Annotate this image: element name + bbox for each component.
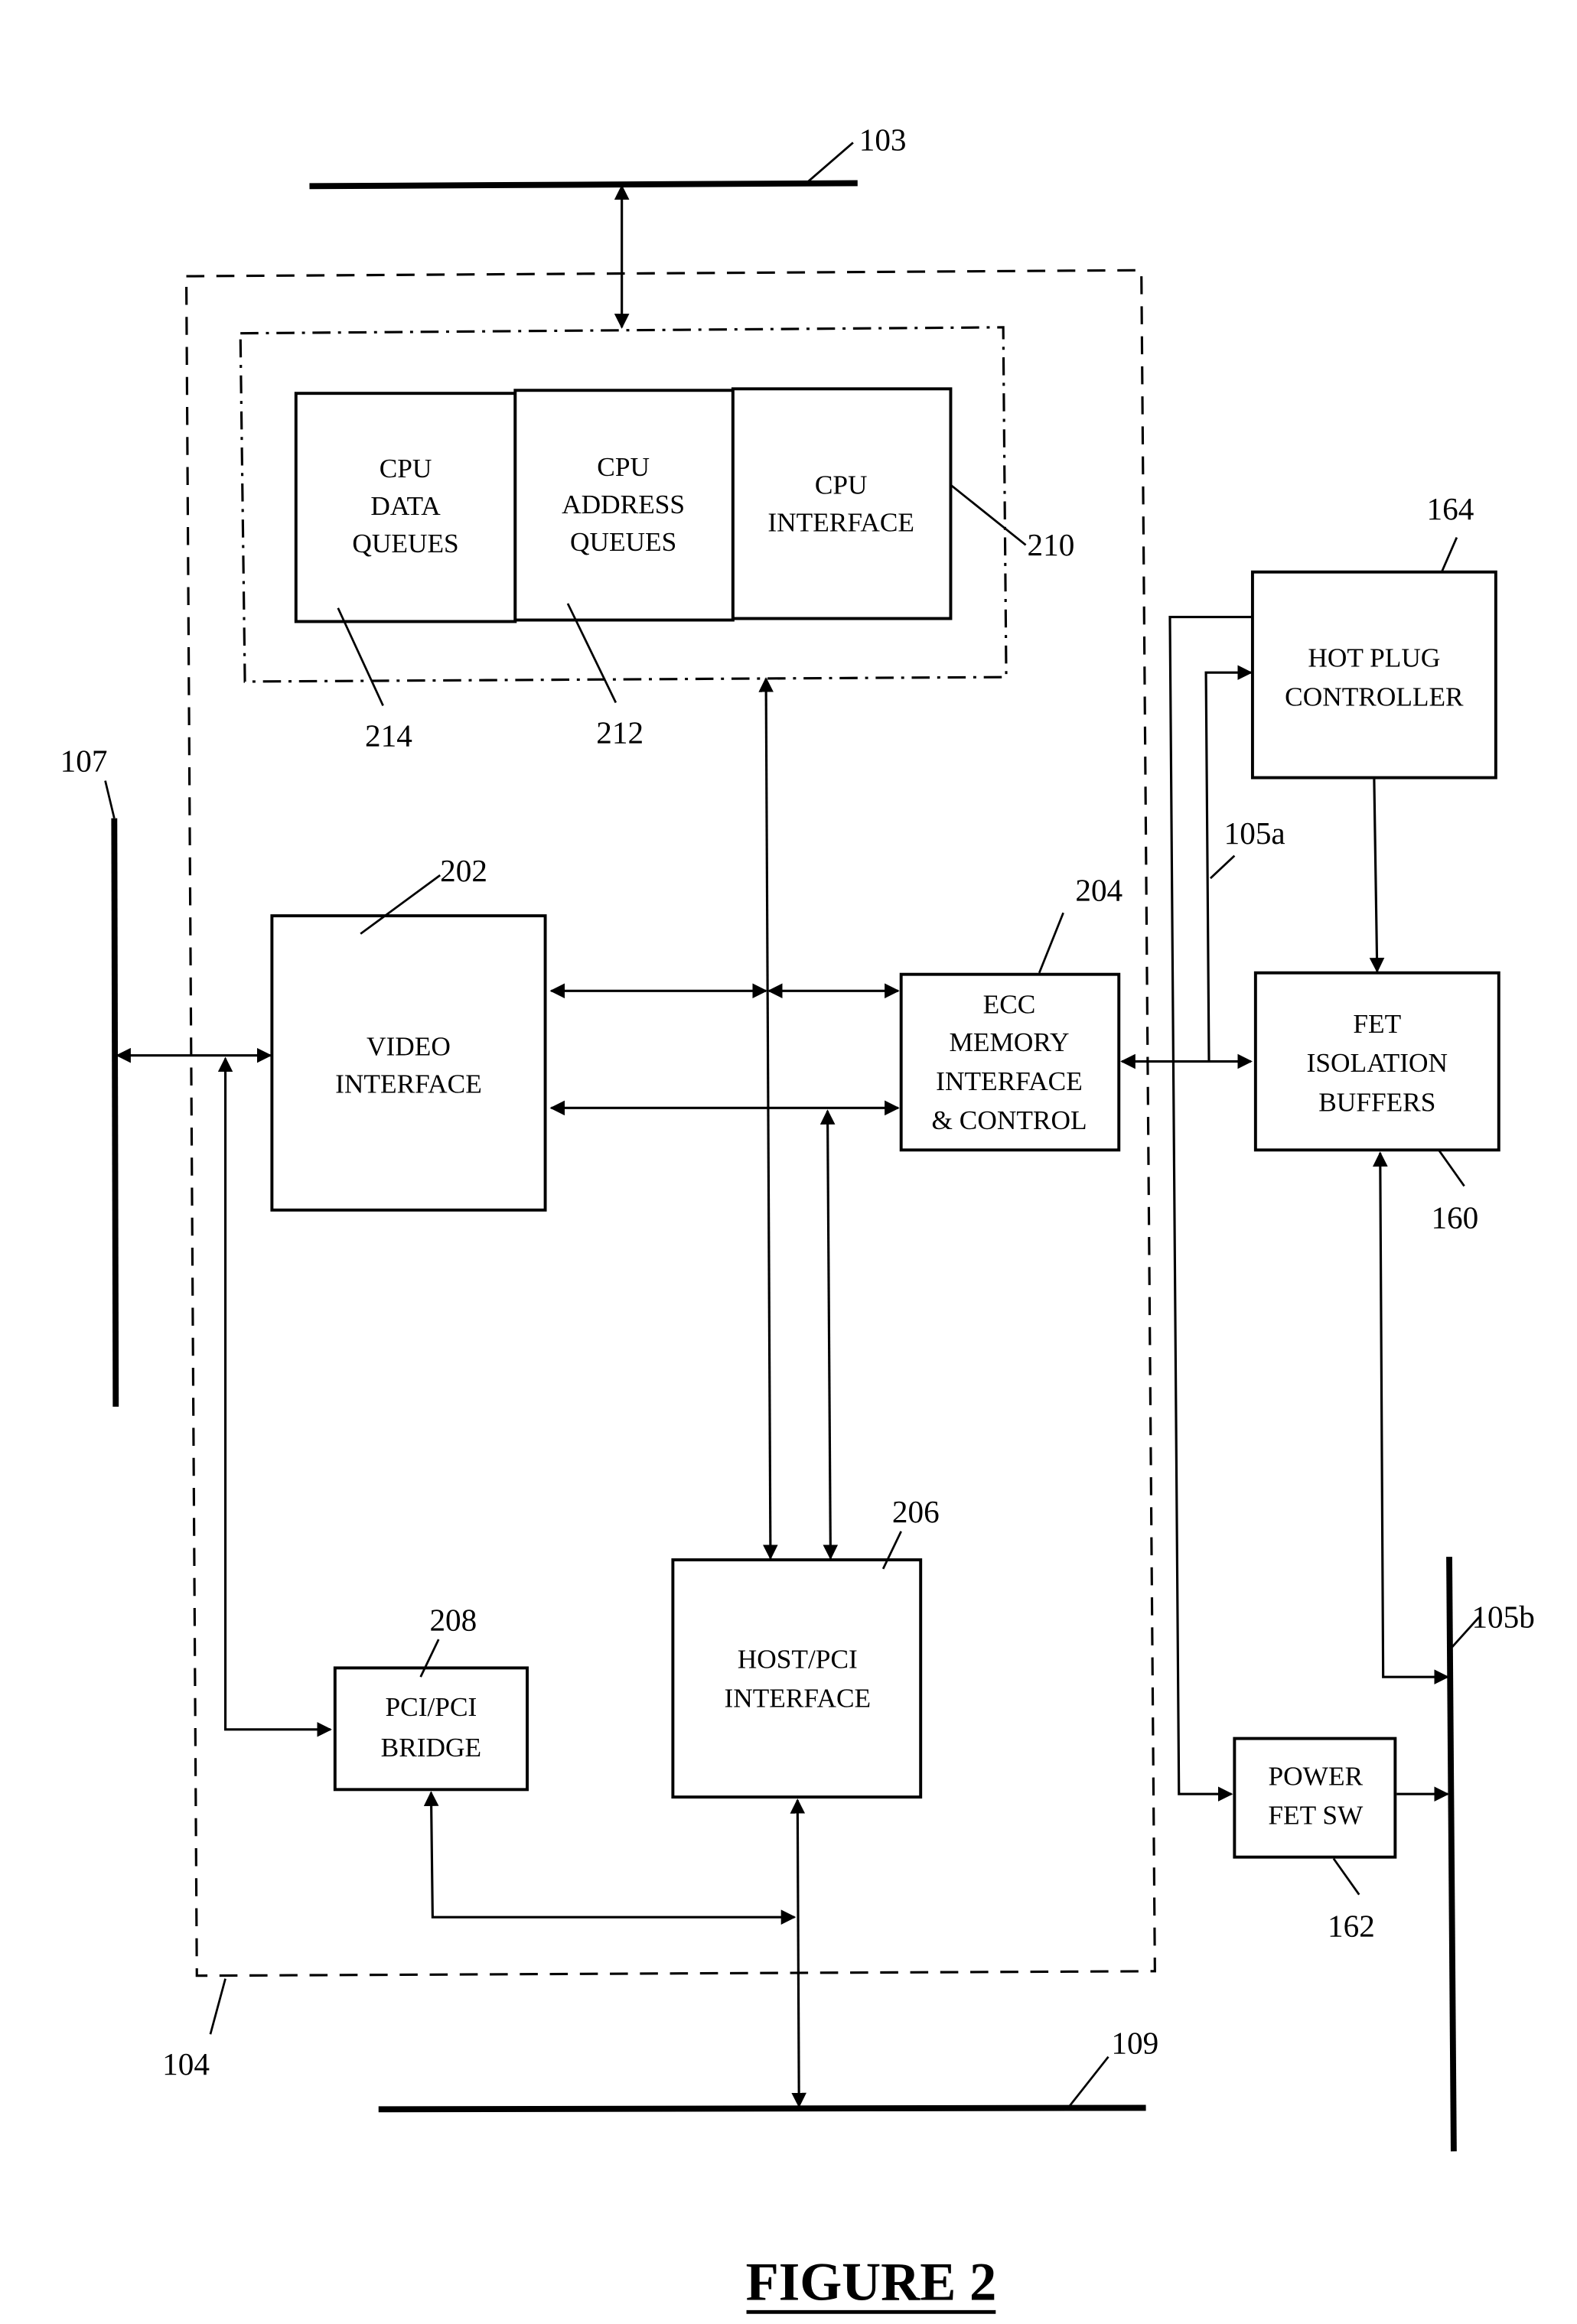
figure-title: FIGURE 2	[746, 2253, 997, 2313]
hot-plug-controller-block: HOT PLUG CONTROLLER	[1250, 570, 1497, 780]
block-label: HOST/PCI	[738, 1644, 858, 1674]
cpu-host-link	[758, 677, 778, 1561]
ref-label-109: 109	[1111, 2026, 1158, 2061]
bus-105a-to-hotplug	[1204, 665, 1253, 1062]
ref-label-107: 107	[60, 744, 108, 779]
ref-leader	[807, 142, 854, 183]
ref-label-105a: 105a	[1224, 815, 1285, 851]
block-label: ADDRESS	[562, 490, 685, 519]
cpu-address-queues-block: CPU ADDRESS QUEUES	[513, 389, 735, 622]
block-label: BRIDGE	[381, 1733, 481, 1763]
cpu-data-queues-block: CPU DATA QUEUES	[294, 392, 517, 623]
block-label: CPU	[380, 454, 432, 483]
block-label: INTERFACE	[724, 1683, 871, 1713]
block-label: ISOLATION	[1307, 1048, 1448, 1078]
block-label: FET	[1353, 1009, 1401, 1039]
ref-label-162: 162	[1328, 1909, 1375, 1944]
ref-leader	[950, 483, 1027, 546]
block-label: DATA	[370, 491, 441, 521]
fet-isolation-buffers-block: FET ISOLATION BUFFERS	[1253, 971, 1500, 1152]
hotplug-fet-link	[1369, 779, 1385, 973]
ref-label-103: 103	[859, 122, 907, 157]
block-label: PCI/PCI	[386, 1692, 477, 1722]
block-diagram: 103 107 109 105b 104 210 CPU DATA QUEUES…	[60, 122, 1535, 2314]
ecc-memory-block: ECC MEMORY INTERFACE & CONTROL	[899, 972, 1121, 1152]
ref-leader	[1440, 537, 1458, 573]
ref-label-206: 206	[892, 1494, 940, 1529]
ref-label-208: 208	[429, 1602, 477, 1637]
block-label: CONTROLLER	[1285, 682, 1464, 711]
block-label: MEMORY	[950, 1027, 1070, 1057]
block-label: CPU	[815, 470, 868, 500]
host-ecc-link	[819, 1109, 839, 1561]
hotplug-power-link	[1168, 616, 1251, 1802]
bridge-host-link	[423, 1791, 797, 1925]
ref-label-105b: 105b	[1471, 1599, 1534, 1634]
ref-label-164: 164	[1427, 491, 1474, 526]
block-label: ECC	[983, 990, 1036, 1020]
block-label: INTERFACE	[936, 1066, 1083, 1096]
ref-leader	[104, 780, 116, 819]
ref-leader	[1210, 854, 1236, 880]
power-fet-sw-block: POWER FET SW	[1233, 1736, 1397, 1859]
block-label: INTERFACE	[335, 1069, 482, 1099]
block-label: QUEUES	[570, 527, 676, 557]
block-label: QUEUES	[352, 529, 458, 558]
ref-label-212: 212	[596, 714, 644, 750]
ref-label-160: 160	[1431, 1199, 1478, 1235]
block-label: FET SW	[1268, 1800, 1364, 1830]
block-label: & CONTROL	[931, 1105, 1087, 1135]
block-label: BUFFERS	[1318, 1087, 1435, 1117]
block-label: INTERFACE	[767, 508, 914, 538]
block-label: HOT PLUG	[1308, 643, 1440, 672]
ref-leader	[209, 1978, 226, 2035]
video-bus-107	[111, 818, 119, 1407]
ref-label-210: 210	[1028, 527, 1075, 562]
block-label: VIDEO	[367, 1032, 451, 1062]
block-label: POWER	[1269, 1761, 1364, 1791]
ref-label-202: 202	[440, 853, 487, 888]
pci-bus-109	[378, 2104, 1146, 2113]
pci-pci-bridge-block: PCI/PCI BRIDGE	[333, 1666, 529, 1792]
ref-leader	[1332, 1857, 1360, 1896]
host-pci-bus-link	[790, 1798, 806, 2108]
cpu-bus-103	[309, 180, 858, 190]
cpu-interface-block: CPU INTERFACE	[731, 387, 953, 620]
ref-label-104: 104	[162, 2046, 210, 2082]
ref-leader	[1438, 1149, 1465, 1187]
block-label: CPU	[597, 452, 650, 482]
ref-leader	[1038, 912, 1064, 974]
ref-label-214: 214	[365, 718, 412, 753]
ref-label-204: 204	[1075, 873, 1122, 908]
host-pci-interface-block: HOST/PCI INTERFACE	[671, 1558, 923, 1799]
ref-leader	[1068, 2055, 1109, 2108]
video-interface-block: VIDEO INTERFACE	[270, 914, 547, 1212]
